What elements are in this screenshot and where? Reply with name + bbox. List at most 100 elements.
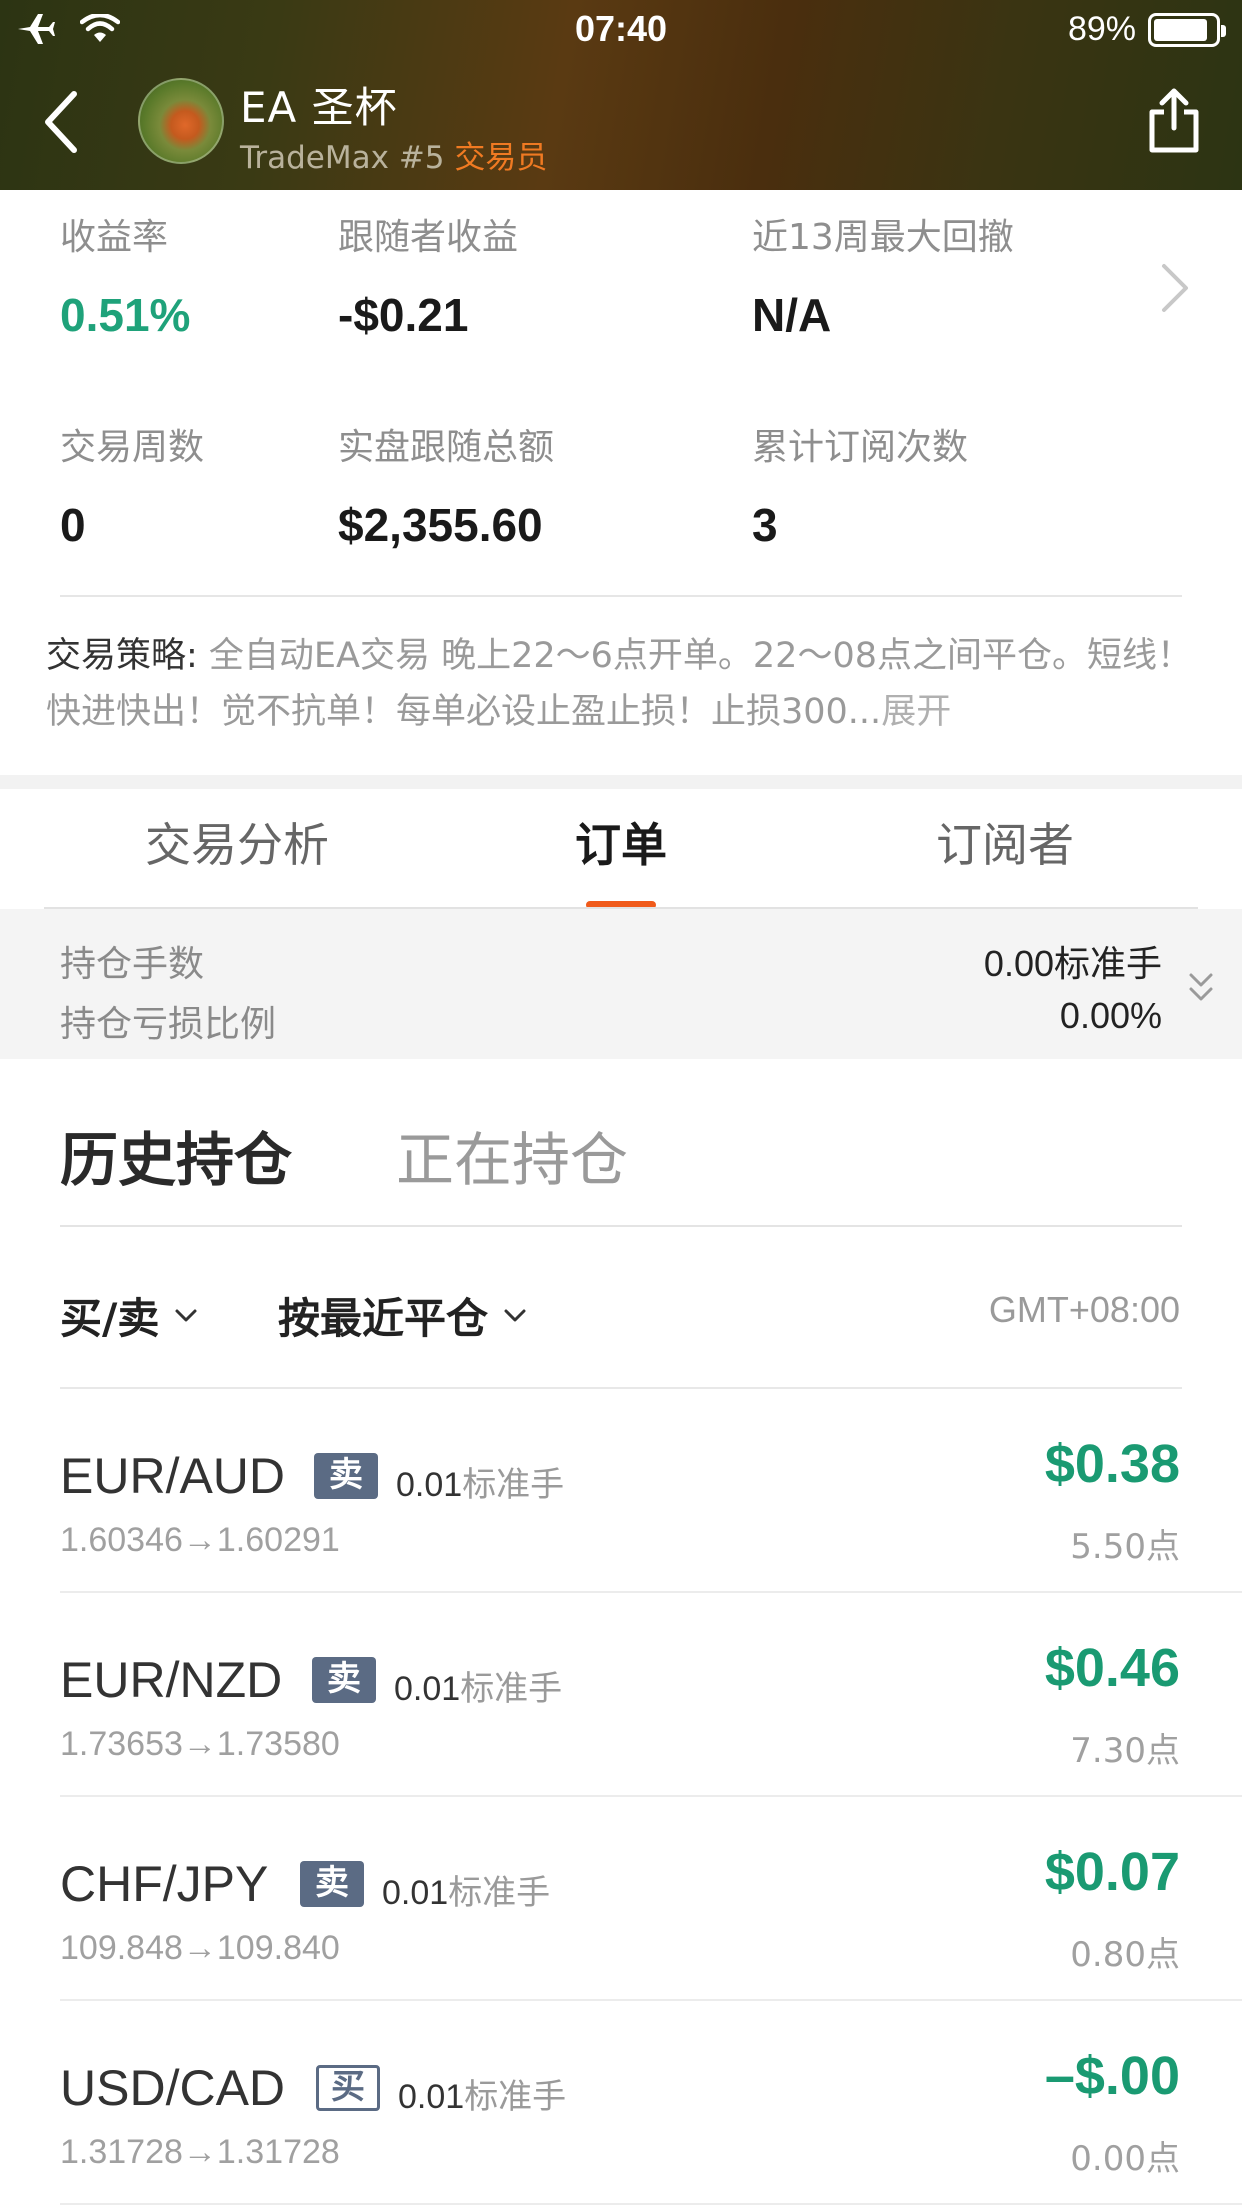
order-row[interactable]: EUR/AUD 卖 0.01标准手 1.60346→1.60291 $0.38 …	[0, 1389, 1242, 1593]
chevron-down-icon	[175, 1309, 197, 1321]
order-lots-unit: 标准手	[462, 1465, 565, 1505]
app-header: 07:40 89% EA 圣杯 TradeMax #5 交易员	[0, 0, 1242, 190]
stat-follower-value: -$0.21	[338, 289, 469, 341]
order-divider	[60, 2203, 1242, 2205]
order-row[interactable]: USD/CAD 买 0.01标准手 1.31728→1.31728 –$.00 …	[0, 2001, 1242, 2205]
summary-loss-value: 0.00%	[1059, 995, 1162, 1036]
main-tabs: 交易分析 订单 订阅者	[0, 789, 1242, 909]
stat-return: 收益率 0.51%	[60, 208, 190, 342]
filter-sort-label: 按最近平仓	[278, 1294, 489, 1343]
order-prices: 109.848→109.840	[60, 1929, 340, 1967]
order-lots: 0.01标准手	[396, 1457, 564, 1506]
strategy-expand-link[interactable]: 展开	[881, 692, 951, 732]
order-side-badge: 卖	[314, 1453, 378, 1499]
chevron-right-icon[interactable]	[1160, 262, 1190, 314]
stats-divider	[60, 595, 1182, 597]
order-points: 5.50点	[1070, 1527, 1180, 1567]
trader-avatar[interactable]	[138, 78, 224, 164]
stat-subs-label: 累计订阅次数	[752, 427, 969, 468]
order-lots-unit: 标准手	[460, 1669, 563, 1709]
order-profit: –$.00	[1044, 2046, 1180, 2106]
trader-subtitle: TradeMax #5 交易员	[240, 132, 547, 177]
order-side-badge: 卖	[300, 1861, 364, 1907]
stat-follower-label: 跟随者收益	[338, 217, 519, 258]
order-profit: $0.07	[1044, 1842, 1180, 1902]
battery-percent: 89%	[1067, 10, 1136, 48]
order-side-badge: 卖	[312, 1657, 376, 1703]
stat-live-total: 实盘跟随总额 $2,355.60	[338, 418, 554, 552]
stat-live-value: $2,355.60	[338, 499, 543, 551]
battery-fill	[1154, 18, 1208, 41]
order-profit: $0.38	[1044, 1434, 1180, 1494]
order-lots-unit: 标准手	[448, 1873, 551, 1913]
subtab-open[interactable]: 正在持仓	[396, 1113, 628, 1197]
stat-return-label: 收益率	[60, 217, 169, 258]
position-summary[interactable]: 持仓手数 0.00标准手 持仓亏损比例 0.00%	[0, 909, 1242, 1059]
order-prices: 1.60346→1.60291	[60, 1521, 340, 1559]
order-lots: 0.01标准手	[398, 2069, 566, 2118]
order-profit: $0.46	[1044, 1638, 1180, 1698]
stat-follower-profit: 跟随者收益 -$0.21	[338, 208, 518, 342]
back-icon[interactable]	[40, 90, 80, 154]
stat-drawdown-label: 近13周最大回撤	[752, 217, 1014, 258]
summary-lots-value: 0.00标准手	[983, 943, 1162, 984]
summary-loss-row: 持仓亏损比例 0.00%	[60, 995, 1162, 1047]
stat-weeks-value: 0	[60, 499, 86, 551]
order-lots-value: 0.01	[394, 1670, 461, 1708]
double-chevron-down-icon[interactable]	[1186, 971, 1216, 1005]
order-prices: 1.73653→1.73580	[60, 1725, 340, 1763]
stat-subs-value: 3	[752, 499, 778, 551]
stat-subscriptions: 累计订阅次数 3	[752, 418, 968, 552]
order-points: 0.80点	[1070, 1935, 1180, 1975]
filter-side-label: 买/卖	[60, 1294, 160, 1343]
order-lots-value: 0.01	[396, 1466, 463, 1504]
filter-side-dropdown[interactable]: 买/卖	[60, 1285, 199, 1346]
tab-orders[interactable]: 订单	[444, 789, 798, 909]
order-lots-value: 0.01	[398, 2078, 465, 2116]
strategy-body: 全自动EA交易 晚上22～6点开单。22～08点之间平仓。短线！快进快出！觉不抗…	[46, 636, 1192, 732]
order-pair: USD/CAD	[60, 2060, 286, 2116]
order-lots-unit: 标准手	[464, 2077, 567, 2117]
order-lots: 0.01标准手	[394, 1661, 562, 1710]
order-lots: 0.01标准手	[382, 1865, 550, 1914]
strategy-text: 交易策略: 全自动EA交易 晚上22～6点开单。22～08点之间平仓。短线！快进…	[46, 628, 1202, 740]
subtab-history[interactable]: 历史持仓	[60, 1113, 292, 1197]
status-bar: 07:40 89%	[0, 0, 1242, 60]
order-pair: EUR/AUD	[60, 1448, 286, 1504]
order-side-badge: 买	[316, 2065, 380, 2111]
order-prices: 1.31728→1.31728	[60, 2133, 340, 2171]
subtabs-divider	[60, 1225, 1182, 1227]
position-subtabs: 历史持仓 正在持仓	[0, 1059, 1242, 1229]
status-icons-right: 89%	[1067, 10, 1226, 49]
summary-loss-label: 持仓亏损比例	[60, 1004, 277, 1045]
chevron-down-icon	[504, 1309, 526, 1321]
strategy-label: 交易策略:	[46, 636, 209, 676]
order-pair: CHF/JPY	[60, 1856, 269, 1912]
stat-return-value: 0.51%	[60, 289, 191, 341]
trader-stats[interactable]: 收益率 0.51% 跟随者收益 -$0.21 近13周最大回撤 N/A 交易周数…	[0, 190, 1242, 775]
battery-icon	[1148, 12, 1226, 47]
trader-role: 交易员	[454, 140, 548, 176]
order-points: 7.30点	[1070, 1731, 1180, 1771]
summary-lots-label: 持仓手数	[60, 944, 205, 985]
stat-drawdown: 近13周最大回撤 N/A	[752, 208, 1014, 342]
status-time: 07:40	[574, 8, 668, 49]
order-lots-value: 0.01	[382, 1874, 449, 1912]
share-icon[interactable]	[1146, 88, 1202, 154]
filter-sort-dropdown[interactable]: 按最近平仓	[278, 1285, 528, 1346]
stat-live-label: 实盘跟随总额	[338, 427, 555, 468]
order-row[interactable]: CHF/JPY 卖 0.01标准手 109.848→109.840 $0.07 …	[0, 1797, 1242, 2001]
timezone-label: GMT+08:00	[988, 1289, 1180, 1330]
order-points: 0.00点	[1070, 2139, 1180, 2179]
trader-rank: TradeMax #5	[240, 140, 455, 176]
tab-subscribers[interactable]: 订阅者	[828, 789, 1182, 909]
section-gap	[0, 775, 1242, 789]
tab-analysis[interactable]: 交易分析	[60, 789, 414, 909]
order-filters: 买/卖 按最近平仓 GMT+08:00	[0, 1229, 1242, 1389]
stat-weeks: 交易周数 0	[60, 418, 204, 552]
summary-lots-row: 持仓手数 0.00标准手	[60, 935, 1162, 987]
stat-drawdown-value: N/A	[752, 289, 832, 341]
stat-weeks-label: 交易周数	[60, 427, 205, 468]
order-pair: EUR/NZD	[60, 1652, 283, 1708]
order-row[interactable]: EUR/NZD 卖 0.01标准手 1.73653→1.73580 $0.46 …	[0, 1593, 1242, 1797]
